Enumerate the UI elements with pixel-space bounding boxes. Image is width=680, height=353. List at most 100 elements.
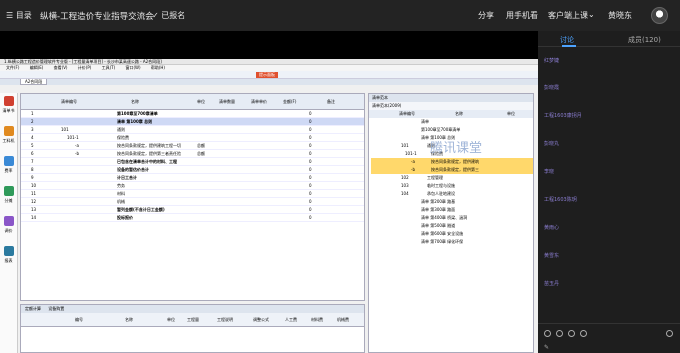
hint-panel-button[interactable]: 提示面板 — [256, 72, 278, 78]
table-row[interactable]: 13 暂列金额(不含计日工金额) 0 — [21, 206, 364, 214]
chat-user: 彭晓霞 — [544, 85, 560, 91]
nav-label: 报表 — [4, 258, 13, 263]
course-title: 纵横-工程造价专业指导交流会 — [40, 12, 154, 22]
nav-allocate[interactable]: 分摊 — [0, 183, 17, 213]
tab-members[interactable]: 成员(120) — [628, 35, 661, 45]
screenshot-icon[interactable] — [580, 330, 587, 337]
table-row[interactable]: 2 清单 第100章 总则 0 — [21, 118, 364, 126]
chevron-down-icon[interactable]: ⌄ — [588, 10, 595, 19]
person-icon[interactable] — [666, 330, 673, 337]
table-row[interactable]: 12 机械 0 — [21, 198, 364, 206]
chat-user: 工程1603陈玥 — [544, 197, 577, 203]
list-item[interactable]: 102 工程管理 — [371, 174, 533, 182]
nav-label: 清单书 — [2, 108, 15, 113]
list-item[interactable]: 第100章至700章清单 — [371, 126, 533, 134]
chat-user: 红梦婕 — [544, 58, 560, 64]
nav-material[interactable]: 工料机 — [0, 123, 17, 153]
list-item[interactable]: 清单 第500章 隧道 — [371, 222, 533, 230]
list-item[interactable]: 清单 第200章 路基 — [371, 198, 533, 206]
template-select[interactable]: 清单范本(2009) — [369, 102, 533, 110]
list-item[interactable]: -a 按合同条款规定，提供建筑 — [371, 158, 533, 166]
table-row[interactable]: 1 第100章至700章清单 0 — [21, 110, 364, 118]
list-item[interactable]: 清单 第700章 绿化环保 — [371, 238, 533, 246]
list-item[interactable]: 清单 第600章 安全设施 — [371, 230, 533, 238]
row-amount: 0 — [309, 191, 312, 196]
top-bar: ☰ 目录 纵横-工程造价专业指导交流会 ✓ 已报名 分享 用手机看 客户端上课 … — [0, 0, 680, 31]
row-amount: 0 — [309, 175, 312, 180]
list-item[interactable]: 104 承包人驻地建设 — [371, 190, 533, 198]
material-icon — [3, 126, 14, 136]
menu-view[interactable]: 查看(V) — [54, 65, 68, 70]
flower-icon[interactable] — [556, 330, 563, 337]
table-row[interactable]: 8 设备的暂估价合计 0 — [21, 166, 364, 174]
row-unit: 总额 — [197, 151, 205, 156]
row-no: 6 — [31, 151, 34, 156]
menu-edit[interactable]: 编辑(E) — [30, 65, 44, 70]
tab-equipment[interactable]: 设备购置 — [48, 306, 64, 311]
menu-tools[interactable]: 工具(T) — [102, 65, 116, 70]
row-amount: 0 — [309, 135, 312, 140]
emoji-icon[interactable] — [544, 330, 551, 337]
table-row[interactable]: 14 投标报价 0 — [21, 214, 364, 222]
list-item[interactable]: 103 临时工程与设施 — [371, 182, 533, 190]
menu-button[interactable]: ☰ 目录 — [6, 10, 32, 21]
row-unit: 总额 — [197, 143, 205, 148]
item-code: 102 — [401, 175, 409, 180]
nav-report[interactable]: 报表 — [0, 243, 17, 273]
list-item[interactable]: 清单 — [371, 118, 533, 126]
tab-contract[interactable]: A2合同段 — [20, 78, 48, 85]
table-row[interactable]: 7 已包含在清单合计中的材料、工程 0 — [21, 158, 364, 166]
share-button[interactable]: 分享 — [478, 10, 494, 21]
doc-tabs: A2合同段 — [0, 78, 538, 85]
list-item[interactable]: 清单 第400章 桥梁、涵洞 — [371, 214, 533, 222]
signup-label: 已报名 — [161, 11, 186, 20]
table-row[interactable]: 5 -a 按合同条款规定，提供建筑工程一切 总额 0 — [21, 142, 364, 150]
table-row[interactable]: 11 材料 0 — [21, 190, 364, 198]
item-code: -a — [411, 159, 415, 164]
discussion-sidebar: 讨论 成员(120) 红梦婕 彭晓霞 工程1603康拐月 彭晓丸 李晓 工程16… — [538, 31, 680, 353]
tab-discuss[interactable]: 讨论 — [560, 35, 574, 45]
col-unit: 单位 — [197, 99, 205, 104]
item-name: 第100章至700章清单 — [421, 127, 461, 132]
grid-header: 清单编号 名称 单位 清单数量 清单单价 金额(F) 备注 — [21, 94, 364, 110]
nav-adjust[interactable]: 调价 — [0, 213, 17, 243]
pencil-icon[interactable]: ✎ — [544, 344, 549, 351]
image-icon[interactable] — [568, 330, 575, 337]
row-amount: 0 — [309, 119, 312, 124]
chat-user: 苗玉丹 — [544, 281, 560, 287]
row-no: 14 — [31, 215, 37, 220]
nav-label: 费率 — [4, 168, 13, 173]
panel-title: 清单范本 — [369, 94, 533, 102]
row-amount: 0 — [309, 167, 312, 172]
quota-grid: 定额计算 设备购置 编号 名称 单位 工程量 工程说明 调整公式 人工费 材料费… — [20, 304, 365, 353]
table-row[interactable]: 3 101 通则 0 — [21, 126, 364, 134]
client-class-button[interactable]: 客户端上课 — [548, 10, 588, 21]
table-row[interactable]: 10 劳务 0 — [21, 182, 364, 190]
chat-user: 黄雨心 — [544, 225, 560, 231]
avatar[interactable] — [651, 7, 668, 24]
mobile-view-button[interactable]: 用手机看 — [506, 10, 538, 21]
list-item[interactable]: 清单 第300章 路面 — [371, 206, 533, 214]
row-no: 5 — [31, 143, 34, 148]
tab-quota-calc[interactable]: 定额计算 — [25, 306, 41, 311]
nav-boq[interactable]: 清单书 — [0, 93, 17, 123]
menu-file[interactable]: 文件(F) — [6, 65, 19, 70]
item-code: 103 — [401, 183, 409, 188]
nav-rate[interactable]: 费率 — [0, 153, 17, 183]
table-row[interactable]: 6 -b 按合同条款规定，提供第三者责任险 总额 0 — [21, 150, 364, 158]
table-row[interactable]: 4 101-1 保险费 0 — [21, 134, 364, 142]
boq-template-panel: 清单范本 清单范本(2009) 清单编号 名称 单位 清单 第100章至700章… — [368, 93, 534, 353]
template-header: 清单编号 名称 单位 — [369, 110, 533, 118]
menu-window[interactable]: 窗口(W) — [125, 65, 140, 70]
col-quota-code: 编号 — [75, 317, 83, 322]
chat-user: 工程1603康拐月 — [544, 113, 582, 119]
col-note: 备注 — [327, 99, 335, 104]
list-item[interactable]: -b 按合同条款规定，提供第三 — [371, 166, 533, 174]
table-row[interactable]: 9 计日工合计 0 — [21, 174, 364, 182]
user-name[interactable]: 黄晓东 — [608, 10, 632, 21]
allocate-icon — [3, 186, 14, 196]
menu-pricing[interactable]: 计价(P) — [78, 65, 92, 70]
row-name: 材料 — [117, 191, 125, 196]
row-amount: 0 — [309, 143, 312, 148]
menu-help[interactable]: 帮助(H) — [151, 65, 165, 70]
